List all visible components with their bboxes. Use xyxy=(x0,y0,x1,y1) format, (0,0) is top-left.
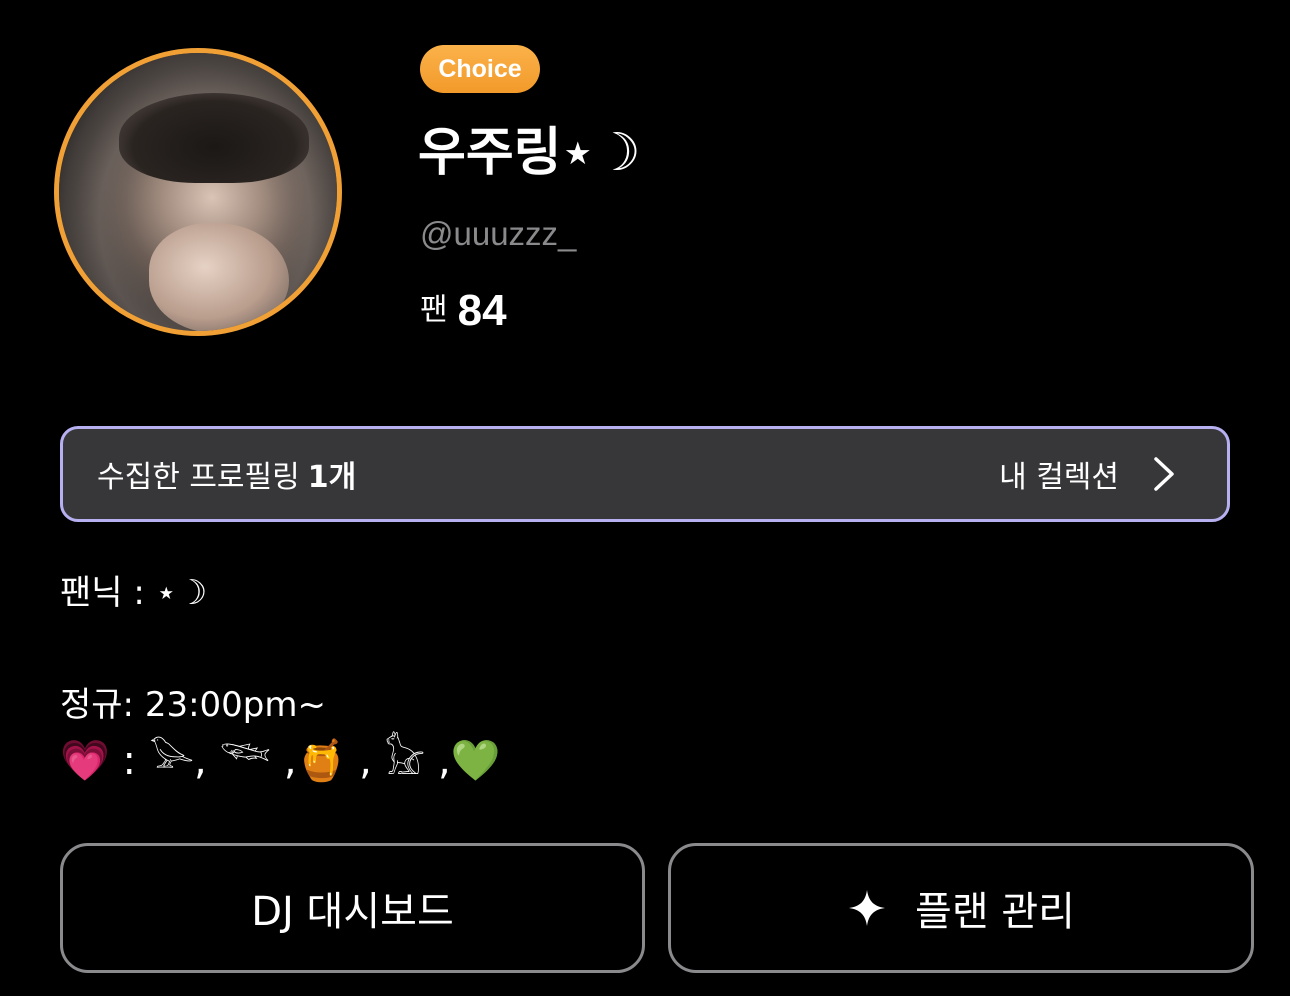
profile-name: 우주링⋆☽ xyxy=(418,123,641,183)
bio-nickname-line: 팬닉 : ⋆☽ xyxy=(60,573,208,613)
bio-likes-line: 💗 : 𓅪, 𓆝 ,🍯 , 𓃠 ,💚 xyxy=(60,738,501,784)
collection-banner[interactable]: 수집한 프로필링 1개 내 컬렉션 xyxy=(60,426,1230,522)
avatar-hand-shading xyxy=(149,223,289,331)
fan-count[interactable]: 팬 84 xyxy=(420,284,507,337)
fan-count-label: 팬 xyxy=(420,292,448,328)
choice-badge: Choice xyxy=(420,45,540,93)
fan-count-value: 84 xyxy=(457,285,507,335)
bio-schedule-line: 정규: 23:00pm~ xyxy=(60,685,326,725)
my-collection-link[interactable]: 내 컬렉션 xyxy=(999,452,1175,496)
collection-label: 수집한 프로필링 xyxy=(97,460,300,495)
my-collection-label: 내 컬렉션 xyxy=(999,460,1119,495)
profile-handle: @uuuzzz_ xyxy=(420,215,577,252)
dj-dashboard-label: DJ 대시보드 xyxy=(251,889,454,935)
collection-count: 1개 xyxy=(307,460,357,495)
collection-summary: 수집한 프로필링 1개 xyxy=(97,452,356,496)
plan-manage-button[interactable]: 플랜 관리 xyxy=(668,843,1254,973)
avatar[interactable] xyxy=(54,48,342,336)
sparkle-icon xyxy=(849,890,886,926)
plan-manage-label: 플랜 관리 xyxy=(915,889,1075,935)
chevron-right-icon xyxy=(1154,457,1174,491)
dj-dashboard-button[interactable]: DJ 대시보드 xyxy=(60,843,645,973)
avatar-hair-shading xyxy=(119,93,309,183)
